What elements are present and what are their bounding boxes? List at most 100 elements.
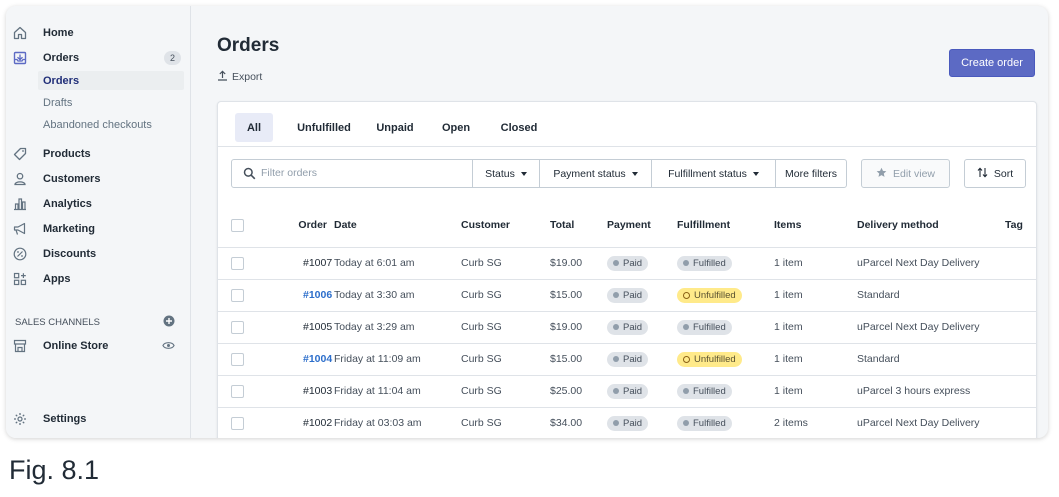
column-header-fulfillment[interactable]: Fulfillment [677,204,774,248]
payment-status-text: Paid [623,321,643,333]
payment-status-filter-button[interactable]: Payment status [539,159,652,188]
order-date: Friday at 11:04 am [333,375,461,408]
sidebar-item-label: Online Store [43,340,109,352]
order-total: $15.00 [550,343,607,376]
order-number-link[interactable]: #1004 [303,353,332,365]
status-dot-icon [613,260,619,266]
table-row[interactable]: #1005 Today at 3:29 am Curb SG $19.00 Paid Fu… [218,311,1036,344]
tab-unfulfilled[interactable]: Unfulfilled [289,113,359,142]
sidebar-subitem-drafts[interactable]: Drafts [38,93,184,112]
edit-view-button[interactable]: Edit view [861,159,950,188]
order-items: 1 item [774,247,857,280]
add-channel-icon[interactable] [163,315,175,330]
order-tags [1005,375,1036,408]
tab-all[interactable]: All [235,113,273,142]
sort-button[interactable]: Sort [964,159,1026,188]
chevron-down-icon [520,171,527,176]
order-number-link[interactable]: #1007 [303,257,332,269]
order-items: 2 items [774,407,857,438]
tab-open[interactable]: Open [436,113,476,142]
status-dot-icon [683,291,690,299]
sidebar-subitem-orders[interactable]: Orders [38,71,184,90]
search-icon [243,167,256,185]
order-tags [1005,407,1036,438]
eye-icon[interactable] [162,339,175,355]
order-customer: Curb SG [461,375,550,408]
export-button[interactable]: Export [217,70,262,84]
column-header-customer[interactable]: Customer [461,204,550,248]
fulfillment-status-badge: Unfulfilled [677,287,742,303]
row-checkbox[interactable] [231,320,244,334]
order-number-link[interactable]: #1003 [303,385,332,397]
row-checkbox[interactable] [231,288,244,302]
sidebar-item-discounts[interactable]: Discounts [6,244,191,264]
order-number-link[interactable]: #1006 [303,289,332,301]
row-checkbox[interactable] [231,352,244,366]
column-header-order[interactable]: Order [278,204,333,248]
filter-orders-input[interactable] [261,167,461,179]
payment-status-badge: Paid [607,383,649,399]
row-checkbox[interactable] [231,256,244,270]
payment-status-badge: Paid [607,415,649,431]
column-header-items[interactable]: Items [774,204,857,248]
payment-status-text: Paid [623,289,643,301]
table-row[interactable]: #1004 Friday at 11:09 am Curb SG $15.00 Paid… [218,343,1036,376]
row-checkbox[interactable] [231,416,244,430]
status-dot-icon [613,420,619,426]
status-dot-icon [613,324,619,330]
table-row[interactable]: #1003 Friday at 11:04 am Curb SG $25.00 Paid… [218,375,1036,408]
table-row[interactable]: #1007 Today at 6:01 am Curb SG $19.00 Paid Fu… [218,247,1036,280]
column-header-tag[interactable]: Tag [1005,204,1036,248]
sidebar-subitem-abandoned-checkouts[interactable]: Abandoned checkouts [38,115,184,134]
sidebar-item-customers[interactable]: Customers [6,169,191,189]
sidebar-item-orders[interactable]: Orders 2 [6,48,191,68]
main-content: Orders Export Create order All Unfulfill… [192,6,1048,438]
chevron-down-icon [631,171,638,176]
payment-status-text: Paid [623,385,643,397]
filter-search [231,159,473,188]
edit-view-label: Edit view [892,167,935,180]
sidebar-item-settings[interactable]: Settings [6,409,191,429]
select-all-checkbox[interactable] [231,218,244,232]
table-row[interactable]: #1006 Today at 3:30 am Curb SG $15.00 Paid Un… [218,279,1036,312]
order-delivery-method: uParcel Next Day Delivery [857,311,1005,344]
order-tags [1005,343,1036,376]
order-customer: Curb SG [461,247,550,280]
tab-unpaid[interactable]: Unpaid [370,113,420,142]
payment-status-badge: Paid [607,351,649,367]
sidebar-item-apps[interactable]: Apps [6,269,191,289]
order-total: $19.00 [550,247,607,280]
order-number-link[interactable]: #1005 [303,321,332,333]
sidebar-item-analytics[interactable]: Analytics [6,194,191,214]
sidebar-item-marketing[interactable]: Marketing [6,219,191,239]
sidebar-item-label: Home [43,27,74,39]
column-header-date[interactable]: Date [333,204,461,248]
order-total: $25.00 [550,375,607,408]
column-header-delivery-method[interactable]: Delivery method [857,204,1005,248]
order-number-link[interactable]: #1002 [303,417,332,429]
payment-status-label: Payment status [553,167,626,180]
sidebar: Home Orders 2 Orders Drafts Abandoned ch… [6,6,191,438]
fulfillment-status-badge: Fulfilled [677,255,732,271]
status-dot-icon [613,388,619,394]
sidebar-item-products[interactable]: Products [6,144,191,164]
create-order-button[interactable]: Create order [949,49,1035,77]
sidebar-item-home[interactable]: Home [6,23,191,43]
sidebar-item-label: Customers [43,173,101,185]
row-checkbox[interactable] [231,384,244,398]
star-icon [876,167,887,181]
percent-icon [12,246,28,262]
chevron-down-icon [752,171,759,176]
table-row[interactable]: #1002 Friday at 03:03 am Curb SG $34.00 Paid… [218,407,1036,438]
column-header-payment[interactable]: Payment [607,204,677,248]
fulfillment-status-text: Unfulfilled [694,353,736,365]
order-total: $15.00 [550,279,607,312]
tab-closed[interactable]: Closed [494,113,544,142]
status-filter-button[interactable]: Status [472,159,540,188]
order-date: Today at 6:01 am [333,247,461,280]
more-filters-button[interactable]: More filters [775,159,847,188]
fulfillment-status-filter-button[interactable]: Fulfillment status [651,159,776,188]
order-customer: Curb SG [461,279,550,312]
column-header-total[interactable]: Total [550,204,607,248]
sidebar-item-online-store[interactable]: Online Store [6,336,191,356]
